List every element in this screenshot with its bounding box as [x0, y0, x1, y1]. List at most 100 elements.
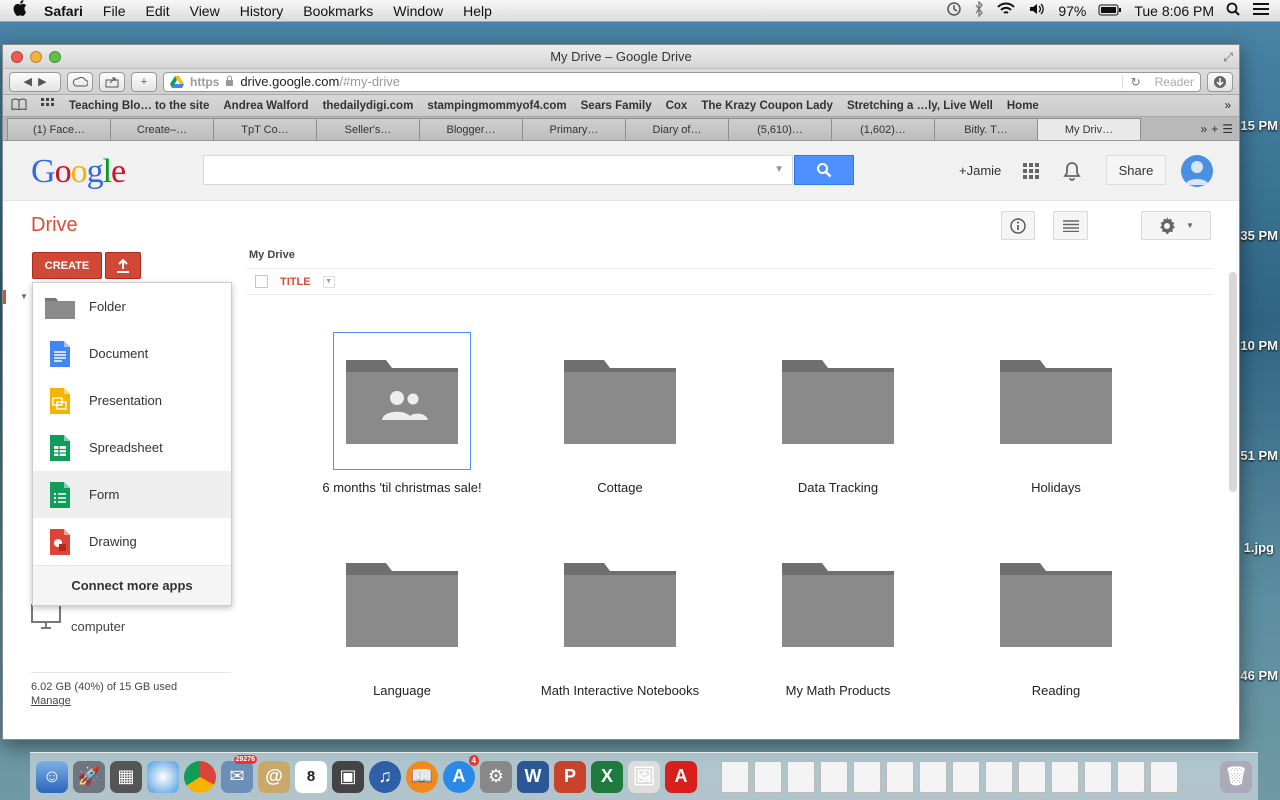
excel-icon[interactable]: X — [591, 760, 623, 793]
browser-tab[interactable]: (1,602)… — [831, 118, 935, 140]
upload-button[interactable] — [105, 252, 141, 279]
browser-tab[interactable]: Bitly. T… — [934, 118, 1038, 140]
back-forward-buttons[interactable]: ◀ ▶ — [9, 71, 61, 92]
dock-document-icon[interactable] — [1150, 760, 1178, 793]
browser-tab[interactable]: Primary… — [522, 118, 626, 140]
safari-compass-icon[interactable] — [147, 760, 179, 793]
create-menu-item-folder[interactable]: Folder — [33, 283, 231, 330]
notification-center-icon[interactable] — [1252, 2, 1270, 19]
notifications-bell-icon[interactable] — [1063, 161, 1081, 181]
create-menu-item-document[interactable]: Document — [33, 330, 231, 377]
wifi-icon[interactable] — [996, 1, 1016, 20]
fullscreen-icon[interactable]: ⤢ — [1223, 50, 1233, 65]
browser-tab[interactable]: Blogger… — [419, 118, 523, 140]
folder-thumbnail[interactable] — [333, 535, 471, 673]
bookmark-item[interactable]: Andrea Walford — [223, 100, 308, 112]
adobe-reader-icon[interactable]: A — [665, 760, 697, 793]
share-button[interactable]: Share — [1106, 155, 1166, 185]
window-titlebar[interactable]: My Drive – Google Drive ⤢ — [3, 45, 1239, 69]
apple-menu-icon[interactable] — [0, 0, 40, 21]
folder-thumbnail[interactable] — [551, 535, 689, 673]
bookmark-item[interactable]: Cox — [666, 100, 688, 112]
folder-thumbnail[interactable] — [769, 332, 907, 470]
share-page-button[interactable] — [99, 71, 125, 92]
system-preferences-gear-icon[interactable]: ⚙ — [480, 760, 512, 793]
bluetooth-icon[interactable] — [974, 0, 984, 20]
folder-tile[interactable]: 6 months 'til christmas sale! — [293, 332, 511, 495]
bookmark-item[interactable]: The Krazy Coupon Lady — [701, 100, 833, 112]
menu-file[interactable]: File — [93, 3, 136, 19]
app-store-icon[interactable]: A4 — [443, 754, 479, 793]
menu-edit[interactable]: Edit — [135, 3, 179, 19]
folder-name[interactable]: My Math Products — [786, 683, 891, 698]
folder-thumbnail[interactable] — [987, 535, 1125, 673]
create-button[interactable]: CREATE — [32, 252, 102, 279]
folder-thumbnail[interactable] — [551, 332, 689, 470]
battery-percent[interactable]: 97% — [1058, 3, 1086, 19]
search-button[interactable] — [794, 155, 854, 185]
folder-name[interactable]: Reading — [1032, 683, 1080, 698]
folder-name[interactable]: Data Tracking — [798, 480, 878, 495]
create-menu-item-drawing[interactable]: Drawing — [33, 518, 231, 565]
browser-tab[interactable]: (5,610)… — [728, 118, 832, 140]
dock-document-icon[interactable] — [721, 760, 749, 793]
folder-tile[interactable]: Language — [293, 535, 511, 698]
google-plus-user-link[interactable]: +Jamie — [959, 163, 1001, 178]
folder-thumbnail[interactable] — [769, 535, 907, 673]
folder-tile[interactable]: Data Tracking — [729, 332, 947, 495]
address-bar[interactable]: https drive.google.com/#my-drive ↻ Reader — [163, 71, 1201, 92]
forward-arrow-icon[interactable]: ▶ — [38, 75, 46, 88]
folder-name[interactable]: Language — [373, 683, 431, 698]
bookmark-item[interactable]: Teaching Blo… to the site — [69, 100, 209, 112]
dock-document-icon[interactable] — [919, 760, 947, 793]
search-options-caret-icon[interactable]: ▼ — [774, 164, 784, 175]
minimize-window-button[interactable] — [30, 50, 42, 63]
preview-icon[interactable]: 🖼 — [628, 760, 660, 793]
folder-name[interactable]: 6 months 'til christmas sale! — [322, 480, 481, 495]
create-menu-item-form[interactable]: Form — [33, 471, 231, 518]
bookmark-item[interactable]: thedailydigi.com — [323, 100, 414, 112]
menu-history[interactable]: History — [230, 3, 294, 19]
browser-tab[interactable]: Seller's… — [316, 118, 420, 140]
dock-document-icon[interactable] — [886, 760, 914, 793]
battery-icon[interactable] — [1098, 3, 1122, 19]
spotlight-search-icon[interactable] — [1226, 2, 1240, 19]
browser-tab[interactable]: Create–… — [110, 118, 214, 140]
finder-icon[interactable]: ☺ — [36, 760, 68, 793]
mission-control-icon[interactable]: ▦ — [110, 760, 142, 793]
menu-app-safari[interactable]: Safari — [40, 3, 93, 19]
details-button[interactable] — [1001, 211, 1035, 240]
sort-menu-icon[interactable]: ▼ — [322, 275, 335, 288]
folder-name[interactable]: Holidays — [1031, 480, 1081, 495]
dock-document-icon[interactable] — [853, 760, 881, 793]
dock-document-icon[interactable] — [1051, 760, 1079, 793]
title-column-header[interactable]: TITLE — [280, 276, 311, 288]
browser-tab[interactable]: (1) Face… — [7, 118, 111, 140]
back-arrow-icon[interactable]: ◀ — [23, 75, 31, 88]
contacts-icon[interactable]: @ — [258, 760, 290, 793]
browser-tab-active[interactable]: My Driv… — [1037, 118, 1141, 140]
dock-document-icon[interactable] — [1018, 760, 1046, 793]
calendar-icon[interactable]: 8 — [295, 760, 327, 793]
word-icon[interactable]: W — [517, 760, 549, 793]
mail-icon[interactable]: ✉ 29276 — [221, 754, 257, 793]
reading-list-icon[interactable] — [11, 98, 27, 113]
folder-tile[interactable]: Reading — [947, 535, 1165, 698]
volume-icon[interactable] — [1028, 1, 1046, 20]
breadcrumb[interactable]: My Drive — [249, 249, 295, 261]
menu-view[interactable]: View — [180, 3, 230, 19]
reader-button[interactable]: ↻ Reader — [1121, 74, 1194, 89]
dock-document-icon[interactable] — [1084, 760, 1112, 793]
photo-icon[interactable]: ▣ — [332, 760, 364, 793]
bookmark-item[interactable]: stampingmommyof4.com — [427, 100, 566, 112]
folder-tile[interactable]: Cottage — [511, 332, 729, 495]
top-sites-icon[interactable] — [41, 98, 55, 113]
apps-grid-icon[interactable] — [1023, 163, 1039, 179]
settings-button[interactable]: ▼ — [1141, 211, 1211, 240]
avatar[interactable] — [1181, 155, 1213, 187]
select-all-checkbox[interactable] — [255, 275, 268, 288]
time-machine-icon[interactable] — [946, 1, 962, 20]
expand-caret-icon[interactable]: ▼ — [20, 292, 28, 301]
trash-icon[interactable]: 🗑 — [1220, 760, 1252, 793]
menu-help[interactable]: Help — [453, 3, 502, 19]
